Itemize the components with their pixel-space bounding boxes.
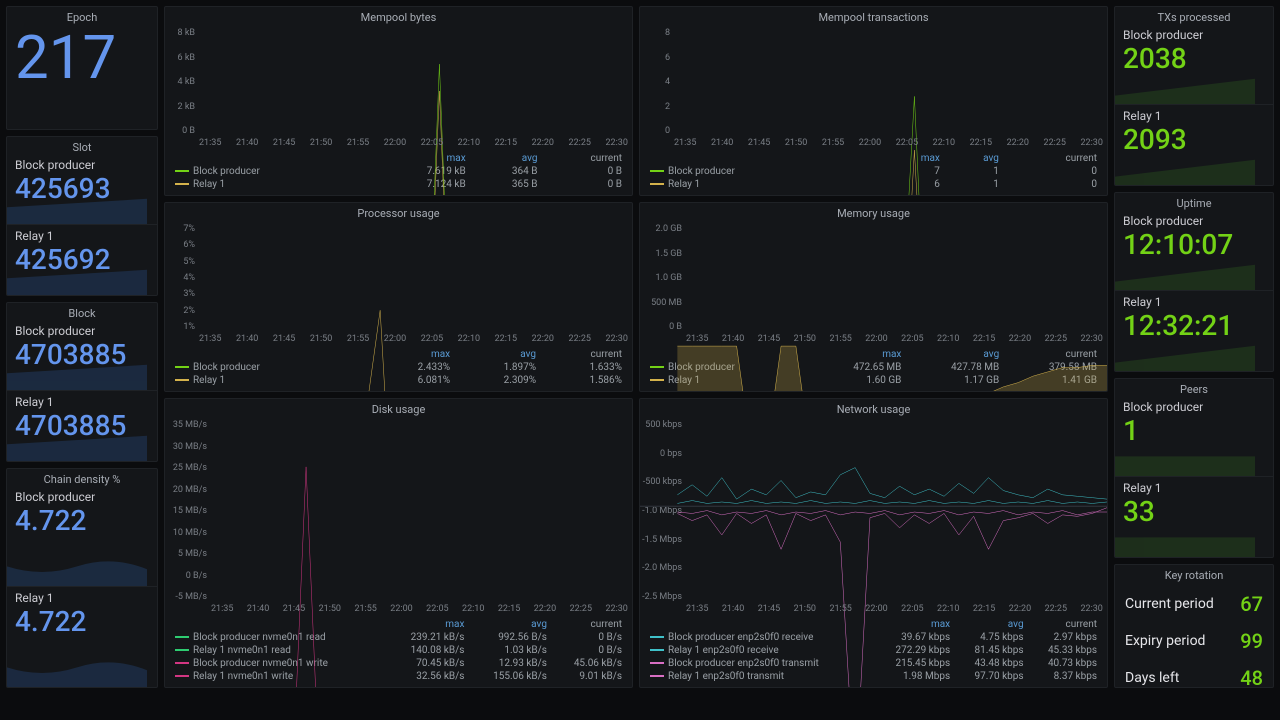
chart-area: 7%6%5%4%3%2%1% 21:3521:4021:4521:5021:55…	[165, 220, 632, 346]
panel-mempool-bytes[interactable]: Mempool bytes 8 kB6 kB4 kB2 kB0 B 21:352…	[164, 6, 633, 196]
stat-label: Block producer	[1123, 214, 1265, 228]
panel-title: Processor usage	[165, 203, 632, 220]
panel-title: Mempool transactions	[640, 7, 1107, 24]
panel-key-rotation: Key rotation Current period 67 Expiry pe…	[1114, 564, 1274, 688]
peers-bp-value: 1	[1123, 416, 1265, 447]
sparkline	[1115, 343, 1255, 371]
sparkline	[1115, 448, 1255, 476]
chart-area: 500 kbps0 bps-500 kbps-1.0 Mbps-1.5 Mbps…	[640, 416, 1107, 616]
panel-block: Block Block producer 4703885 Relay 1 470…	[6, 302, 158, 462]
chart-plot	[640, 416, 1107, 688]
stat-label: Relay 1	[1123, 109, 1265, 123]
panel-title: TXs processed	[1115, 7, 1273, 24]
sparkline	[7, 267, 147, 295]
txs-r1-value: 2093	[1123, 125, 1265, 156]
panel-mempool-tx[interactable]: Mempool transactions 86420 21:3521:4021:…	[639, 6, 1108, 196]
kv-label: Days left	[1125, 670, 1179, 686]
kv-row: Days left 48	[1115, 659, 1273, 688]
txs-bp-value: 2038	[1123, 44, 1265, 75]
uptime-bp-value: 12:10:07	[1123, 230, 1265, 261]
stat-label: Relay 1	[1123, 481, 1265, 495]
stat-label: Block producer	[15, 158, 149, 172]
sparkline	[1115, 262, 1255, 290]
stat-label: Block producer	[1123, 400, 1265, 414]
kv-row: Expiry period 99	[1115, 622, 1273, 659]
panel-title: Disk usage	[165, 399, 632, 416]
stat-label: Block producer	[15, 490, 149, 504]
panel-disk[interactable]: Disk usage 35 MB/s30 MB/s25 MB/s20 MB/s1…	[164, 398, 633, 688]
kv-value: 99	[1240, 629, 1263, 653]
panel-epoch: Epoch 217	[6, 6, 158, 130]
uptime-r1-value: 12:32:21	[1123, 311, 1265, 342]
kv-label: Expiry period	[1125, 633, 1205, 649]
epoch-value: 217	[15, 28, 149, 88]
sparkline	[1115, 157, 1255, 185]
chart-area: 2.0 GB1.5 GB1.0 GB500 MB0 B 21:3521:4021…	[640, 220, 1107, 346]
panel-title: Block	[7, 303, 157, 320]
kv-value: 48	[1240, 666, 1263, 688]
density-bp-value: 4.722	[15, 506, 149, 537]
panel-slot: Slot Block producer 425693 Relay 1 42569…	[6, 136, 158, 296]
sparkline	[1115, 529, 1255, 557]
sparkline	[7, 196, 147, 224]
chart-plot	[165, 24, 632, 196]
sparkline	[1115, 76, 1255, 104]
stat-label: Block producer	[1123, 28, 1265, 42]
kv-row: Current period 67	[1115, 586, 1273, 622]
panel-title: Network usage	[640, 399, 1107, 416]
panel-title: Peers	[1115, 379, 1273, 396]
panel-title: Chain density %	[7, 469, 157, 486]
chart-plot	[165, 416, 632, 688]
chart-plot	[640, 24, 1107, 196]
panel-mem[interactable]: Memory usage 2.0 GB1.5 GB1.0 GB500 MB0 B…	[639, 202, 1108, 392]
chart-plot	[640, 220, 1107, 392]
panel-title: Slot	[7, 137, 157, 154]
chart-plot	[165, 220, 632, 392]
sparkline	[7, 433, 147, 461]
chart-area: 35 MB/s30 MB/s25 MB/s20 MB/s15 MB/s10 MB…	[165, 416, 632, 616]
chart-area: 8 kB6 kB4 kB2 kB0 B 21:3521:4021:4521:50…	[165, 24, 632, 150]
panel-title: Memory usage	[640, 203, 1107, 220]
panel-peers: Peers Block producer 1 Relay 1 33	[1114, 378, 1274, 558]
peers-r1-value: 33	[1123, 497, 1265, 528]
panel-uptime: Uptime Block producer 12:10:07 Relay 1 1…	[1114, 192, 1274, 372]
kv-value: 67	[1240, 592, 1263, 616]
stat-label: Relay 1	[15, 395, 149, 409]
kv-label: Current period	[1125, 596, 1214, 612]
sparkline	[7, 659, 147, 687]
sparkline	[7, 558, 147, 586]
stat-label: Block producer	[15, 324, 149, 338]
panel-cpu[interactable]: Processor usage 7%6%5%4%3%2%1% 21:3521:4…	[164, 202, 633, 392]
stat-label: Relay 1	[1123, 295, 1265, 309]
chart-area: 86420 21:3521:4021:4521:5021:5522:0022:0…	[640, 24, 1107, 150]
stat-label: Relay 1	[15, 591, 149, 605]
panel-title: Key rotation	[1115, 565, 1273, 582]
panel-title: Mempool bytes	[165, 7, 632, 24]
stat-label: Relay 1	[15, 229, 149, 243]
sparkline	[7, 362, 147, 390]
panel-net[interactable]: Network usage 500 kbps0 bps-500 kbps-1.0…	[639, 398, 1108, 688]
key-rotation-rows: Current period 67 Expiry period 99 Days …	[1115, 582, 1273, 688]
panel-chain-density: Chain density % Block producer 4.722 Rel…	[6, 468, 158, 688]
panel-title: Uptime	[1115, 193, 1273, 210]
density-r1-value: 4.722	[15, 607, 149, 638]
panel-txs-processed: TXs processed Block producer 2038 Relay …	[1114, 6, 1274, 186]
